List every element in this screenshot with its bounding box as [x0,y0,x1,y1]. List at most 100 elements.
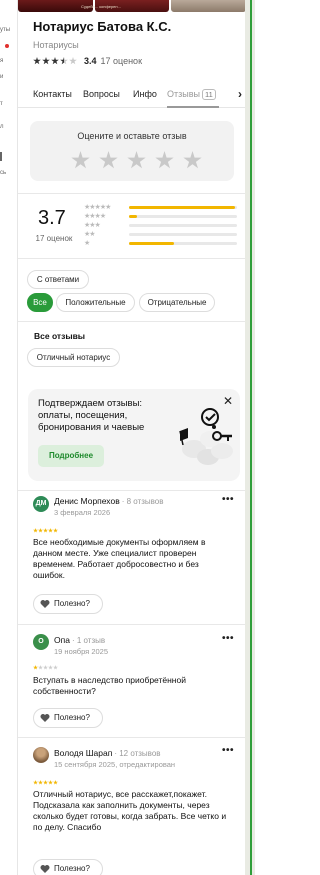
average-score: 3.7 [38,207,66,229]
star-icon [51,57,59,65]
review-card: О Опа · 1 отзыв 19 ноября 2025 ••• Вступа… [18,633,245,733]
distribution-stars-icon: ★★★★ [84,213,106,220]
rate-star-2-icon[interactable] [99,151,118,169]
tag-chip[interactable]: Отличный нотариус [27,348,120,367]
rate-star-1-icon[interactable] [71,151,90,169]
review-stars [33,528,58,533]
distribution-fill [129,215,137,218]
left-fragment-text: я [0,58,4,64]
divider [18,737,245,738]
left-fragment-text: и [0,74,4,80]
chevron-right-icon[interactable]: › [238,87,242,101]
rate-star-5-icon[interactable] [183,151,202,169]
tab-reviews[interactable]: Отзывы 11 [167,89,216,100]
rate-star-3-icon[interactable] [127,151,146,169]
review-date: 15 сентября 2025, отредактирован [54,760,176,769]
review-date: 3 февраля 2026 [54,508,111,517]
useful-button[interactable]: Полезно? [33,708,103,728]
heart-icon [40,865,50,873]
rating-stars [33,57,77,65]
heart-icon [40,600,50,608]
filter-negative[interactable]: Отрицательные [139,293,215,312]
tab-info[interactable]: Инфо [133,89,157,99]
rate-star-4-icon[interactable] [155,151,174,169]
filter-with-answers[interactable]: С ответами [27,270,89,289]
more-options-icon[interactable]: ••• [222,745,234,756]
place-card-panel: Судебн... конферен... Нотариус Батова К.… [17,0,245,875]
reviewer-name-text: Володя Шарап [54,748,113,758]
useful-button[interactable]: Полезно? [33,859,103,875]
rate-stars [71,151,202,170]
avatar[interactable]: ДМ [33,496,49,512]
rate-prompt-box: Оцените и оставьте отзыв [30,121,234,181]
left-fragment-mark [0,152,2,161]
reviewer-name[interactable]: Опа · 1 отзыв [54,635,105,645]
distribution-fill [129,242,175,245]
star-filled-icon [48,528,53,533]
more-options-icon[interactable]: ••• [222,494,234,505]
filter-all[interactable]: Все [27,293,53,312]
tab-questions[interactable]: Вопросы [83,89,120,99]
review-card: ДМ Денис Морпехов · 8 отзывов 3 февраля 2… [18,494,245,616]
tab-reviews-label: Отзывы [167,89,200,99]
rate-prompt-title: Оцените и оставьте отзыв [77,131,187,141]
photo-strip[interactable] [18,0,245,12]
review-text: Все необходимые документы оформляем в да… [33,537,206,580]
distribution-row-4: ★★★★ [84,213,239,221]
more-options-icon[interactable]: ••• [222,633,234,644]
filter-positive[interactable]: Положительные [56,293,135,312]
star-icon [42,57,50,65]
place-rating[interactable]: 3.4 17 оценок [33,56,142,66]
star-icon [33,57,41,65]
avatar[interactable]: О [33,634,49,650]
active-tab-indicator [167,106,219,108]
promo-banner: Подтверждаем отзывы: оплаты, посещения, … [28,389,240,481]
star-empty-icon [38,665,43,670]
avatar[interactable] [33,747,49,763]
reviewer-review-count: · 8 отзывов [121,497,164,506]
distribution-stars-icon: ★★★★★ [84,204,111,211]
reviewer-review-count: · 12 отзывов [114,749,161,758]
star-filled-icon [33,780,38,785]
distribution-track [129,206,237,209]
photo-thumbnail[interactable] [171,0,245,12]
promo-illustration-icon [179,408,233,465]
divider [18,624,245,625]
photo-caption: Судебн... конферен... [81,4,121,9]
tab-reviews-badge: 11 [201,89,216,100]
reviewer-name[interactable]: Денис Морпехов · 8 отзывов [54,496,164,506]
useful-label: Полезно? [54,599,90,608]
divider [18,490,245,491]
star-empty-icon [69,57,77,65]
distribution-row-5: ★★★★★ [84,204,239,212]
left-sidebar-fragment: уты я и т л сь [0,0,17,875]
distribution-stars-icon: ★ [84,240,90,247]
star-filled-icon [33,665,38,670]
place-category[interactable]: Нотариусы [33,40,79,50]
tab-bar: Контакты Вопросы Инфо Отзывы 11 › [18,80,245,108]
useful-button[interactable]: Полезно? [33,594,103,614]
divider [18,321,245,322]
distribution-stars-icon: ★★★ [84,222,101,229]
left-fragment-text: уты [0,27,11,33]
distribution-track [129,224,237,227]
close-icon[interactable]: ✕ [223,394,233,408]
distribution-stars-icon: ★★ [84,231,96,238]
promo-more-button[interactable]: Подробнее [38,445,104,467]
reviewer-review-count: · 1 отзыв [71,636,106,645]
distribution-track [129,242,237,245]
promo-text: Подтверждаем отзывы: оплаты, посещения, … [38,398,145,433]
useful-label: Полезно? [54,864,90,873]
distribution-track [129,233,237,236]
review-card: Володя Шарап · 12 отзывов 15 сентября 202… [18,745,245,875]
reviewer-name[interactable]: Володя Шарап · 12 отзывов [54,748,161,758]
place-title: Нотариус Батова К.С. [33,19,172,34]
star-filled-icon [43,528,48,533]
distribution-fill [129,206,235,209]
star-filled-icon [43,780,48,785]
star-filled-icon [53,780,58,785]
star-empty-icon [53,665,58,670]
tab-contacts[interactable]: Контакты [33,89,72,99]
left-fragment-text: т [0,101,3,107]
map-edge[interactable] [245,0,255,875]
